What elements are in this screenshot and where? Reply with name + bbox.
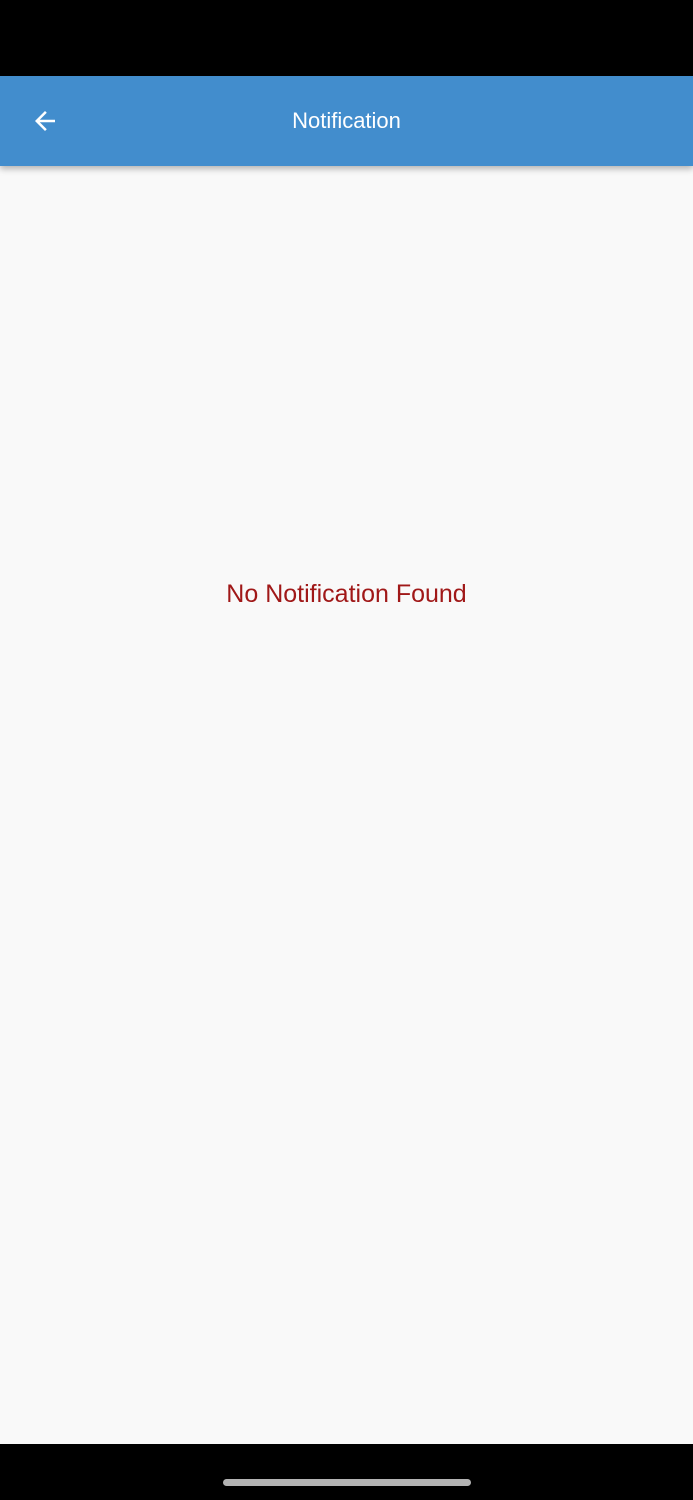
status-bar: [0, 0, 693, 76]
app-bar: Notification: [0, 76, 693, 166]
home-indicator[interactable]: [223, 1479, 471, 1486]
back-button[interactable]: [14, 90, 76, 152]
notification-list-area: No Notification Found: [0, 166, 693, 1444]
page-title: Notification: [292, 108, 401, 133]
arrow-left-icon: [35, 111, 55, 131]
system-navigation-bar: [0, 1444, 693, 1500]
empty-state-message: No Notification Found: [226, 580, 467, 608]
screen: Notification No Notification Found: [0, 0, 693, 1500]
